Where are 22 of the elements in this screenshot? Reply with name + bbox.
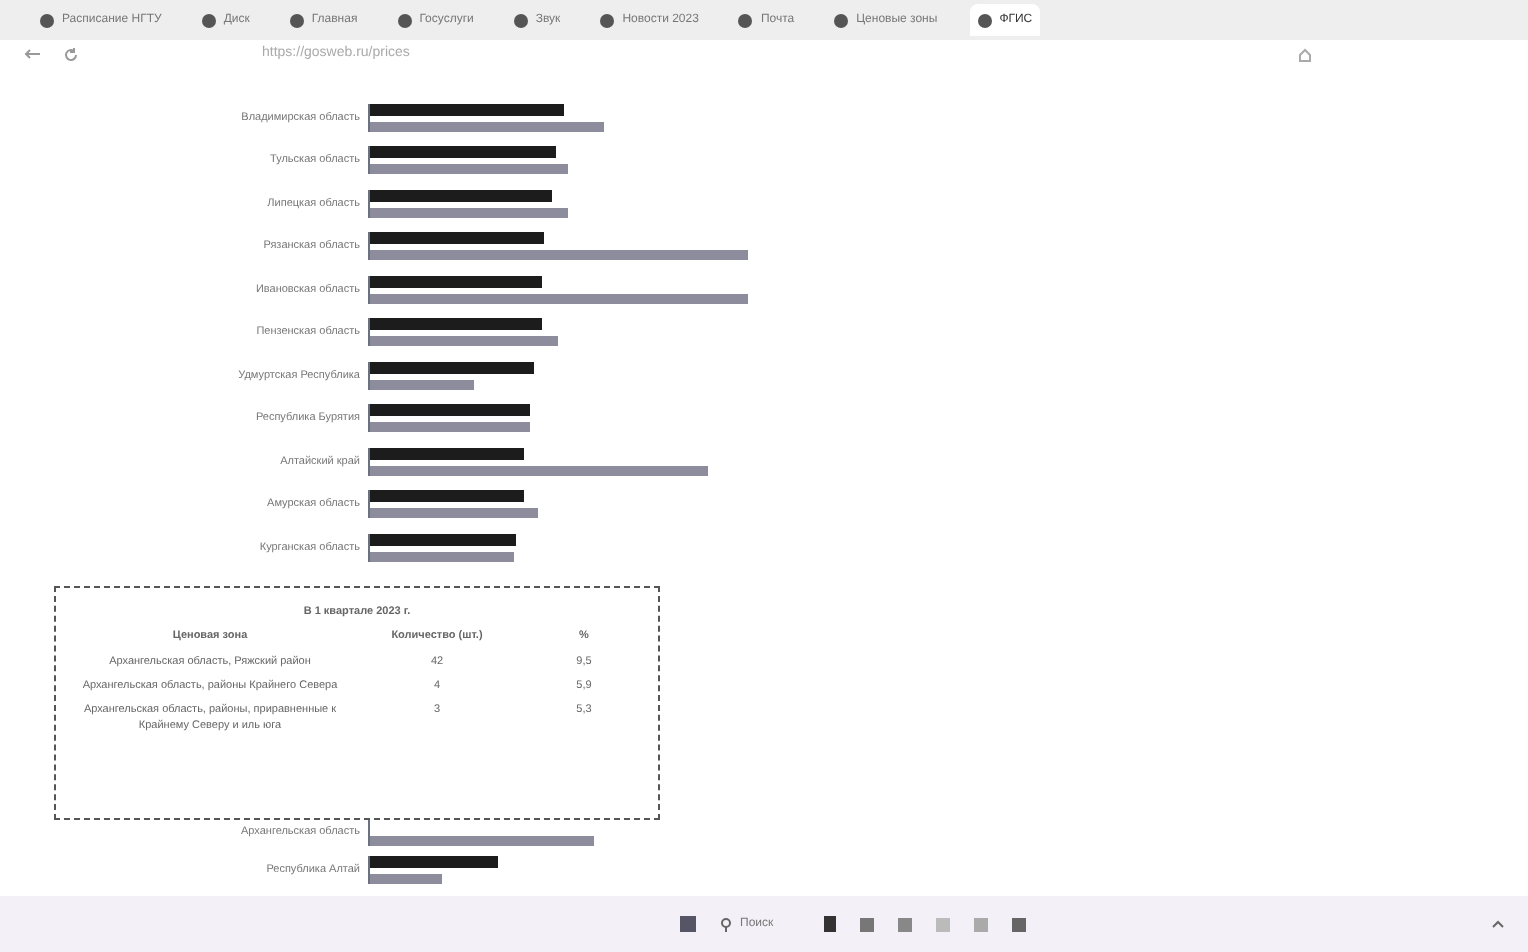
reload-icon[interactable] xyxy=(64,47,78,61)
favicon-icon xyxy=(201,13,216,27)
favicon-icon xyxy=(738,13,753,27)
favicon-icon xyxy=(977,13,992,27)
favicon-icon xyxy=(834,13,849,27)
favicon-icon xyxy=(40,13,54,27)
back-icon[interactable] xyxy=(24,48,40,60)
home-icon[interactable] xyxy=(1298,47,1312,61)
favicon-icon xyxy=(397,13,412,27)
app-icon[interactable] xyxy=(898,917,912,931)
bar xyxy=(370,551,514,562)
app-icon[interactable] xyxy=(860,917,874,931)
favicon-icon xyxy=(513,13,528,27)
bar xyxy=(370,856,498,868)
chevron-up-icon[interactable] xyxy=(1492,920,1504,928)
start-icon[interactable] xyxy=(680,916,696,932)
favicon-icon xyxy=(289,13,304,27)
app-icon[interactable] xyxy=(1012,917,1026,931)
bar xyxy=(370,874,442,884)
bar xyxy=(370,379,474,390)
favicon-icon xyxy=(600,13,615,27)
search-icon xyxy=(720,917,732,931)
